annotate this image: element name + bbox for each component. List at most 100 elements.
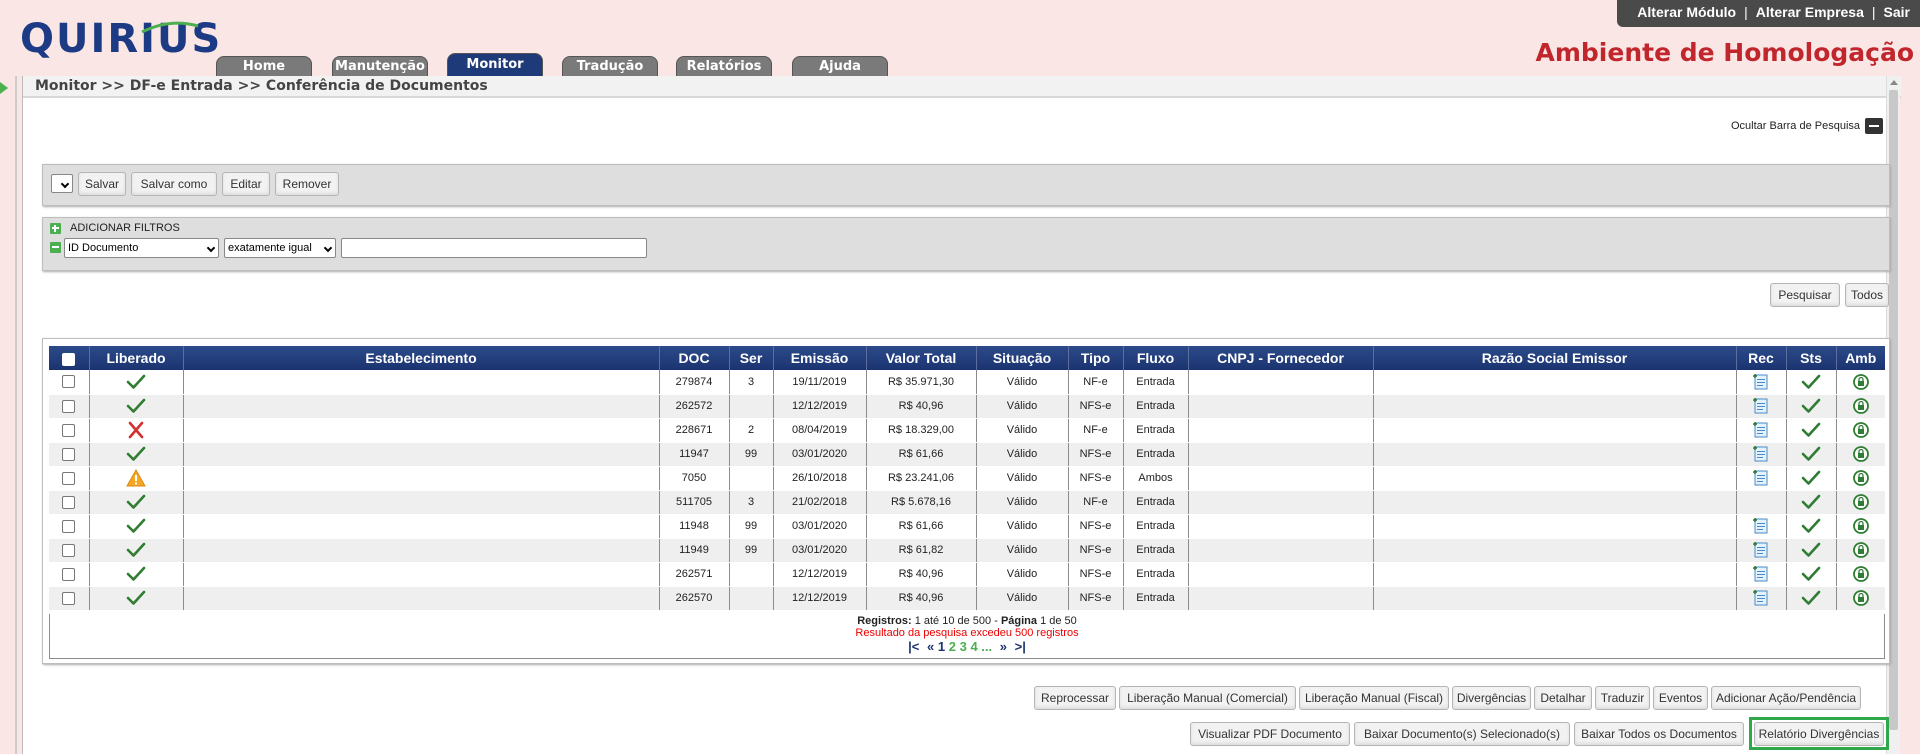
document-received-icon[interactable] xyxy=(1751,542,1771,558)
environment-lock-icon[interactable] xyxy=(1851,518,1871,534)
environment-lock-icon[interactable] xyxy=(1851,566,1871,582)
table-row[interactable]: 7050 26/10/2018 R$ 23.241,06 Válido NFS-e Amb… xyxy=(49,466,1885,491)
filter-operator-select[interactable]: exatamente igual xyxy=(224,238,336,258)
col-valor-total[interactable]: Valor Total xyxy=(866,346,977,370)
row-checkbox[interactable] xyxy=(62,519,76,533)
todos-button[interactable]: Todos xyxy=(1845,283,1889,307)
divergencias-button[interactable]: Divergências xyxy=(1452,686,1531,710)
salvar-button[interactable]: Salvar xyxy=(78,172,126,196)
remover-button[interactable]: Remover xyxy=(275,172,339,196)
saved-search-select[interactable] xyxy=(51,174,73,193)
liberacao-fiscal-button[interactable]: Liberação Manual (Fiscal) xyxy=(1299,686,1449,710)
sair-link[interactable]: Sair xyxy=(1884,4,1910,20)
tab-manutencao[interactable]: Manutenção xyxy=(332,56,428,76)
status-check-icon[interactable] xyxy=(1801,470,1821,485)
reprocessar-button[interactable]: Reprocessar xyxy=(1034,686,1116,710)
traduzir-button[interactable]: Traduzir xyxy=(1595,686,1650,710)
sidebar-toggle-icon[interactable] xyxy=(0,82,8,94)
document-received-icon[interactable] xyxy=(1751,422,1771,438)
tab-ajuda[interactable]: Ajuda xyxy=(792,56,888,76)
filter-value-input[interactable] xyxy=(341,238,647,258)
col-estabelecimento[interactable]: Estabelecimento xyxy=(183,346,660,370)
status-check-icon[interactable] xyxy=(1801,542,1821,557)
last-page-icon[interactable]: >| xyxy=(1015,639,1026,654)
table-row[interactable]: 279874 3 19/11/2019 R$ 35.971,30 Válido NF-e E… xyxy=(49,370,1885,395)
environment-lock-icon[interactable] xyxy=(1851,494,1871,510)
environment-lock-icon[interactable] xyxy=(1851,542,1871,558)
col-liberado[interactable]: Liberado xyxy=(89,346,184,370)
row-checkbox[interactable] xyxy=(62,375,76,389)
table-row[interactable]: 262572 12/12/2019 R$ 40,96 Válido NFS-e Entra… xyxy=(49,394,1885,419)
document-received-icon[interactable] xyxy=(1751,373,1771,390)
col-sts[interactable]: Sts xyxy=(1786,346,1837,370)
row-checkbox[interactable] xyxy=(62,591,76,605)
row-checkbox[interactable] xyxy=(62,495,76,509)
col-fluxo[interactable]: Fluxo xyxy=(1123,346,1189,370)
first-page-icon[interactable]: |< xyxy=(908,639,919,654)
environment-lock-icon[interactable] xyxy=(1851,590,1871,606)
remove-filter-icon[interactable] xyxy=(50,242,61,253)
scroll-thumb[interactable] xyxy=(1889,90,1898,730)
alterar-empresa-link[interactable]: Alterar Empresa xyxy=(1756,4,1864,20)
eventos-button[interactable]: Eventos xyxy=(1653,686,1708,710)
page-link[interactable]: 4 xyxy=(970,639,977,654)
status-check-icon[interactable] xyxy=(1801,446,1821,461)
page-link-more[interactable]: ... xyxy=(981,639,992,654)
baixar-todos-button[interactable]: Baixar Todos os Documentos xyxy=(1574,722,1744,746)
col-amb[interactable]: Amb xyxy=(1836,346,1885,370)
col-emissao[interactable]: Emissão xyxy=(773,346,867,370)
filter-field-select[interactable]: ID Documento xyxy=(64,238,219,258)
status-check-icon[interactable] xyxy=(1801,422,1821,437)
editar-button[interactable]: Editar xyxy=(222,172,270,196)
environment-lock-icon[interactable] xyxy=(1851,446,1871,462)
col-cnpj-fornecedor[interactable]: CNPJ - Fornecedor xyxy=(1188,346,1374,370)
tab-monitor[interactable]: Monitor xyxy=(447,53,543,76)
visualizar-pdf-button[interactable]: Visualizar PDF Documento xyxy=(1190,722,1350,746)
tab-relatorios[interactable]: Relatórios xyxy=(676,56,772,76)
environment-lock-icon[interactable] xyxy=(1851,422,1871,438)
prev-page-icon[interactable]: « xyxy=(927,639,934,654)
status-check-icon[interactable] xyxy=(1801,494,1821,509)
tab-traducao[interactable]: Tradução xyxy=(562,56,658,76)
liberacao-comercial-button[interactable]: Liberação Manual (Comercial) xyxy=(1119,686,1296,710)
table-row[interactable]: 511705 3 21/02/2018 R$ 5.678,16 Válido NF-e En… xyxy=(49,490,1885,515)
row-checkbox[interactable] xyxy=(62,543,76,557)
row-checkbox[interactable] xyxy=(62,447,76,461)
page-link[interactable]: 2 xyxy=(949,639,956,654)
row-checkbox[interactable] xyxy=(62,471,76,485)
document-received-icon[interactable] xyxy=(1751,398,1771,414)
pesquisar-button[interactable]: Pesquisar xyxy=(1770,283,1840,307)
environment-lock-icon[interactable] xyxy=(1851,470,1871,486)
document-received-icon[interactable] xyxy=(1751,518,1771,534)
baixar-selecionados-button[interactable]: Baixar Documento(s) Selecionado(s) xyxy=(1354,722,1570,746)
status-check-icon[interactable] xyxy=(1801,590,1821,605)
table-row[interactable]: 262571 12/12/2019 R$ 40,96 Válido NFS-e Entra… xyxy=(49,562,1885,587)
table-row[interactable]: 11947 99 03/01/2020 R$ 61,66 Válido NFS-e Entr… xyxy=(49,442,1885,467)
environment-lock-icon[interactable] xyxy=(1851,373,1871,390)
environment-lock-icon[interactable] xyxy=(1851,398,1871,414)
row-checkbox[interactable] xyxy=(62,399,76,413)
row-checkbox[interactable] xyxy=(62,567,76,581)
status-check-icon[interactable] xyxy=(1801,374,1821,389)
collapse-search-icon[interactable] xyxy=(1865,118,1883,134)
add-filter-icon[interactable] xyxy=(50,223,61,234)
table-row[interactable]: 228671 2 08/04/2019 R$ 18.329,00 Válido NF-e E… xyxy=(49,418,1885,443)
add-filters-label[interactable]: ADICIONAR FILTROS xyxy=(70,222,180,234)
document-received-icon[interactable] xyxy=(1751,470,1771,486)
table-row[interactable]: 262570 12/12/2019 R$ 40,96 Válido NFS-e Entra… xyxy=(49,586,1885,611)
page-link[interactable]: 1 xyxy=(938,639,945,654)
document-received-icon[interactable] xyxy=(1751,590,1771,606)
status-check-icon[interactable] xyxy=(1801,566,1821,581)
select-all-checkbox[interactable] xyxy=(62,352,76,366)
row-checkbox[interactable] xyxy=(62,423,76,437)
hide-search-label[interactable]: Ocultar Barra de Pesquisa xyxy=(1731,120,1860,132)
table-row[interactable]: 11949 99 03/01/2020 R$ 61,82 Válido NFS-e Entr… xyxy=(49,538,1885,563)
document-received-icon[interactable] xyxy=(1751,566,1771,582)
tab-home[interactable]: Home xyxy=(216,56,312,76)
col-razao-social[interactable]: Razão Social Emissor xyxy=(1373,346,1737,370)
col-rec[interactable]: Rec xyxy=(1736,346,1787,370)
salvar-como-button[interactable]: Salvar como xyxy=(131,172,217,196)
relatorio-divergencias-button[interactable]: Relatório Divergências xyxy=(1754,722,1884,746)
detalhar-button[interactable]: Detalhar xyxy=(1534,686,1592,710)
table-row[interactable]: 11948 99 03/01/2020 R$ 61,66 Válido NFS-e Entr… xyxy=(49,514,1885,539)
